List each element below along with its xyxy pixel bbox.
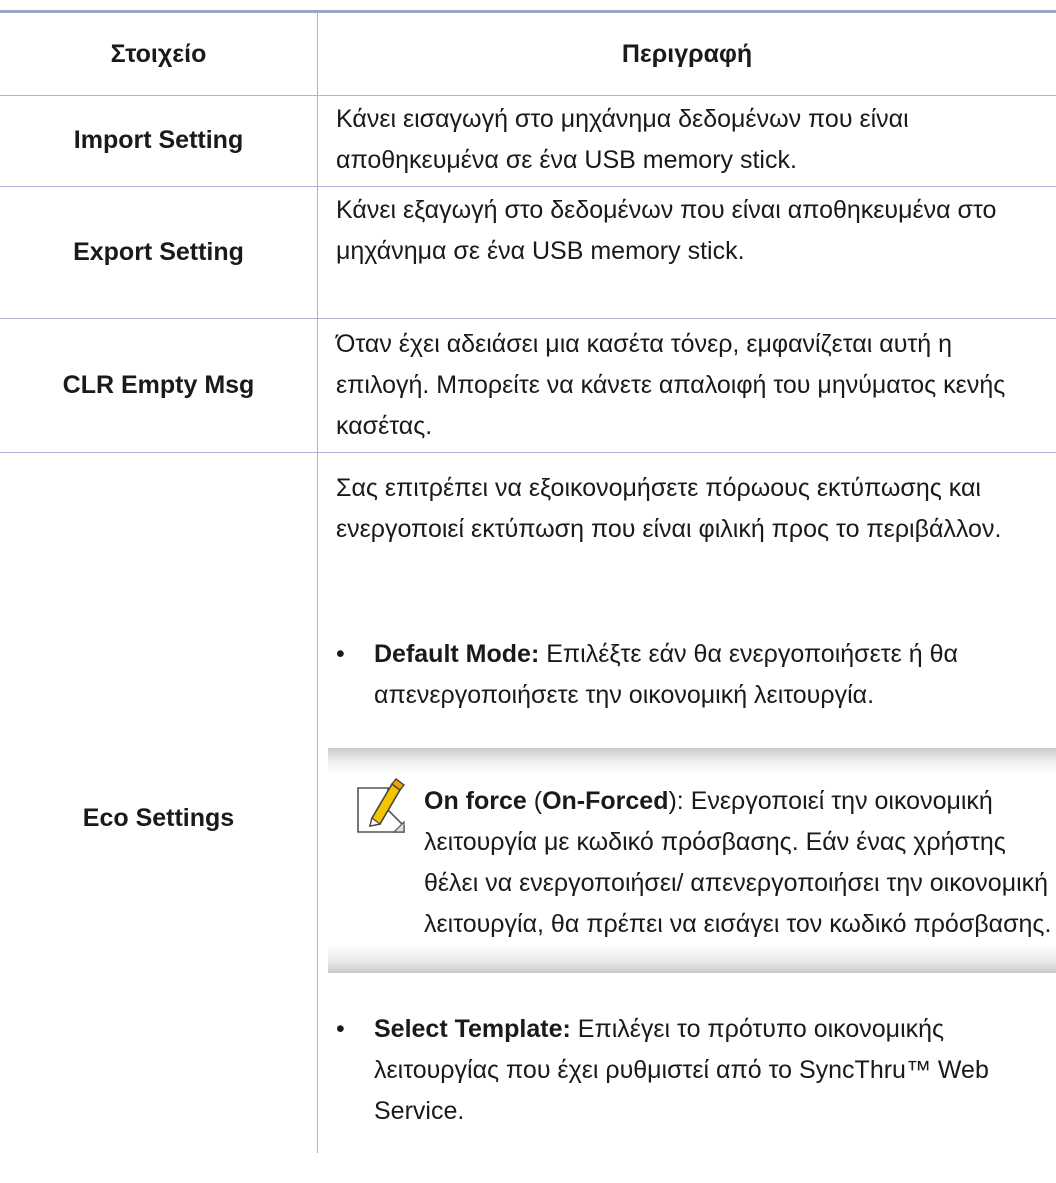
select-template-label: Select Template: <box>374 1015 571 1043</box>
default-mode-label: Default Mode: <box>374 640 540 668</box>
eco-settings-intro: Σας επιτρέπει να εξοικονομήσετε πόρωους … <box>336 474 1002 543</box>
row-item-eco-settings: Eco Settings <box>82 803 235 832</box>
note-text: On force (On-Forced): Ενεργοποιεί την οι… <box>424 781 1056 945</box>
column-header-item: Στοιχείο <box>110 39 207 68</box>
select-template-item: Select Template: Επιλέγει το πρότυπο οικ… <box>374 1009 1054 1132</box>
default-mode-item: Default Mode: Επιλέξτε εάν θα ενεργοποιή… <box>374 634 1054 716</box>
row-description-import-setting: Κάνει εισαγωγή στο μηχάνημα δεδομένων πο… <box>336 105 909 174</box>
on-forced-label: On-Forced <box>542 787 669 815</box>
note-paren: ( <box>526 787 543 815</box>
note-pencil-icon <box>354 778 408 841</box>
row-item-export-setting: Export Setting <box>73 237 244 266</box>
bullet-marker: • <box>336 1015 345 1043</box>
row-description-export-setting: Κάνει εξαγωγή στο δεδομένων που είναι απ… <box>336 196 997 265</box>
row-item-import-setting: Import Setting <box>73 126 244 154</box>
on-force-label: On force <box>424 787 527 815</box>
column-header-description: Περιγραφή <box>621 39 753 68</box>
column-divider <box>317 13 318 1153</box>
bullet-marker: • <box>336 640 345 668</box>
row-item-clr-empty-msg: CLR Empty Msg <box>62 370 255 399</box>
row-description-clr-empty-msg: Όταν έχει αδειάσει μια κασέτα τόνερ, εμφ… <box>336 330 1006 440</box>
